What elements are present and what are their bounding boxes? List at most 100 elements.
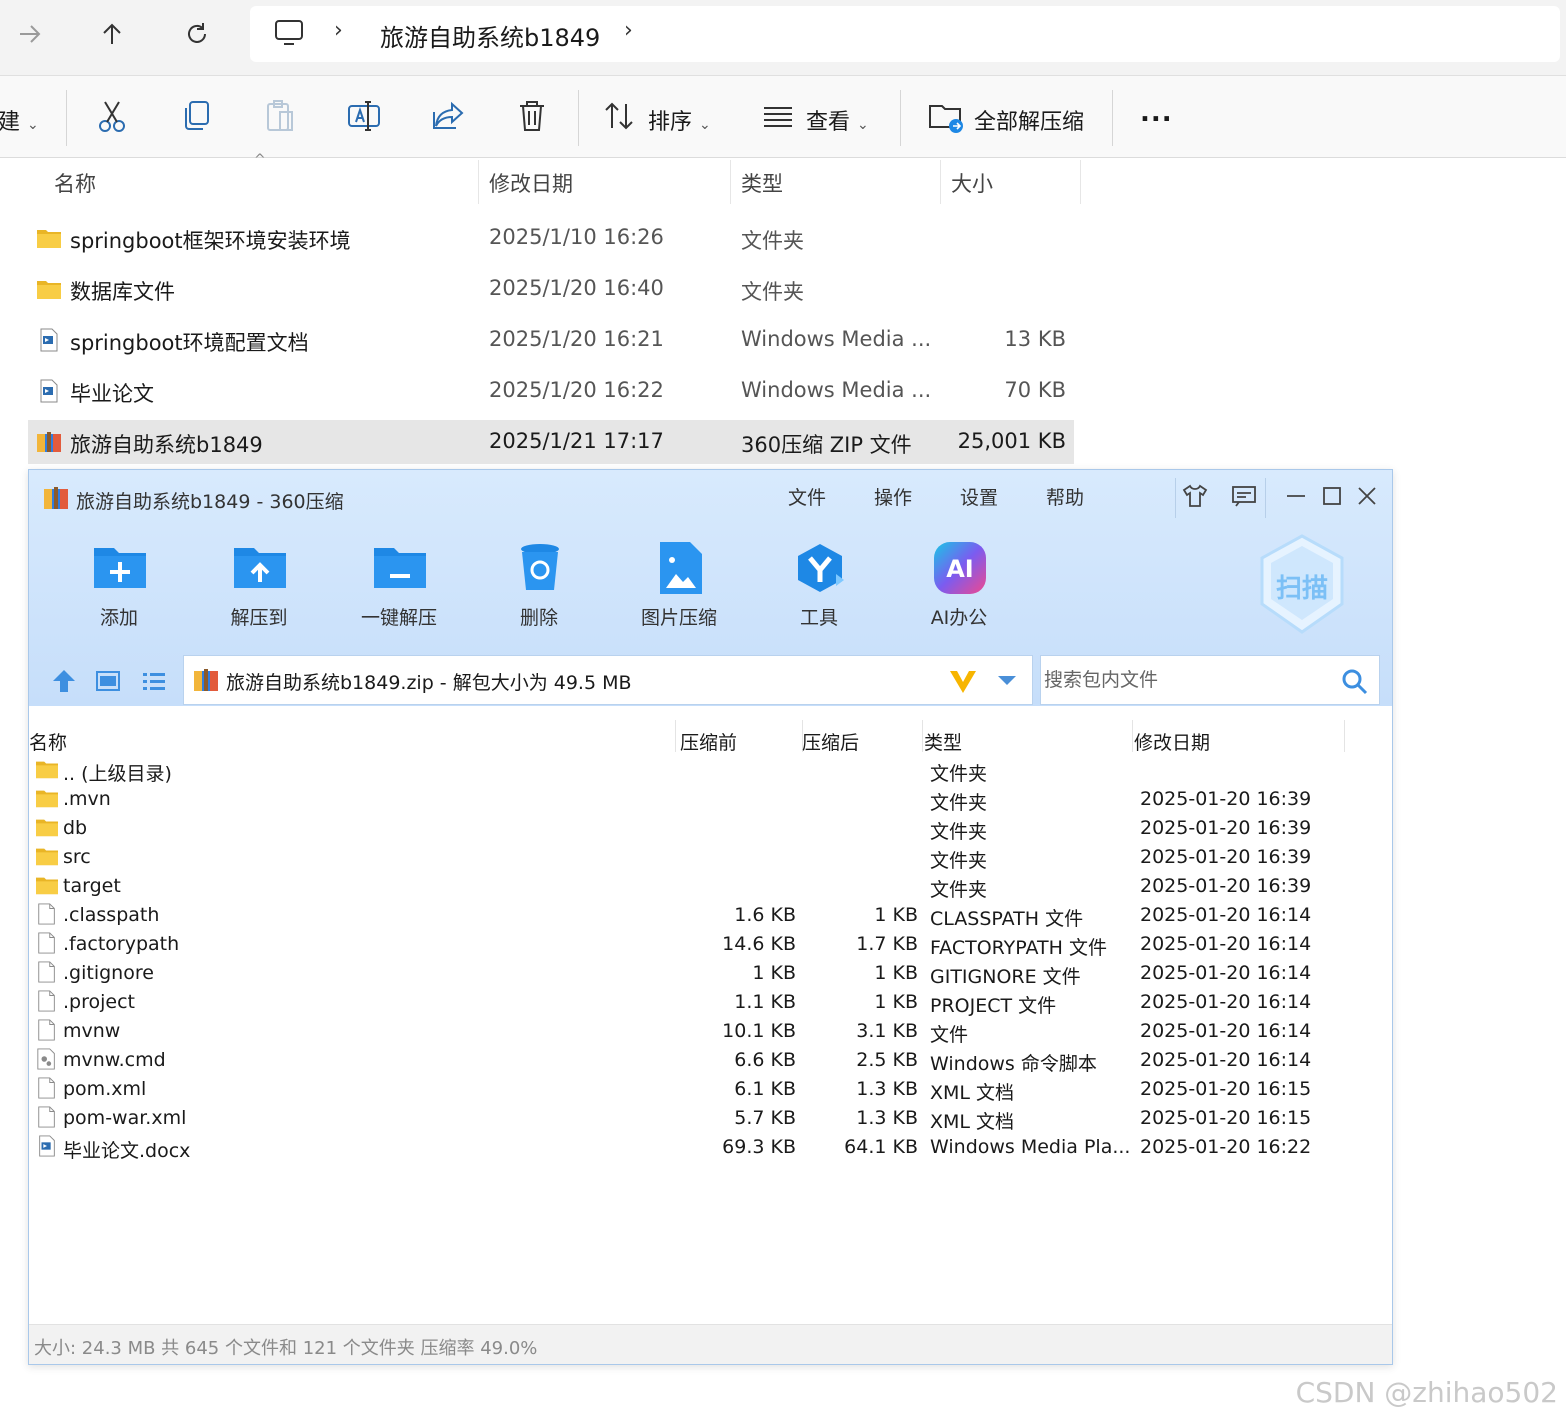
feedback-button[interactable] [1228, 480, 1260, 512]
archive-row[interactable]: .factorypath 14.6 KB 1.7 KB FACTORYPATH 文件 2… [29, 930, 1392, 959]
file-row[interactable]: springboot框架环境安装环境 2025/1/10 16:26 文件夹 [28, 216, 1074, 260]
zip-window: 旅游自助系统b1849 - 360压缩 文件 操作 设置 帮助 添加 解压到 一… [28, 469, 1393, 1365]
tool-ai-office-button[interactable]: AI AI办公 [904, 540, 1014, 640]
zip-column-after[interactable]: 压缩后 [802, 728, 859, 755]
archive-row[interactable]: .gitignore 1 KB 1 KB GITIGNORE 文件 2025-01-20… [29, 959, 1392, 988]
menu-help[interactable]: 帮助 [1046, 483, 1084, 510]
entry-type: Windows 命令脚本 [930, 1053, 1097, 1075]
chevron-right-icon[interactable]: › [624, 18, 633, 43]
more-options-button[interactable]: ... [1140, 98, 1173, 128]
search-input[interactable] [1042, 657, 1332, 703]
skin-button[interactable] [1179, 480, 1211, 512]
folder-icon [36, 819, 58, 837]
up-button[interactable] [90, 12, 134, 56]
column-header-date[interactable]: 修改日期 [489, 168, 573, 198]
extract-to-icon [234, 548, 286, 588]
extract-all-icon[interactable] [926, 96, 966, 136]
column-divider[interactable] [940, 160, 941, 204]
archive-row[interactable]: pom.xml 6.1 KB 1.3 KB XML 文档 2025-01-20 16:1… [29, 1075, 1392, 1104]
share-icon[interactable] [428, 96, 468, 136]
archive-row[interactable]: .mvn 文件夹 2025-01-20 16:39 [29, 785, 1392, 814]
zip-column-date[interactable]: 修改日期 [1134, 728, 1210, 755]
entry-name: 毕业论文.docx [63, 1140, 191, 1162]
entry-name: .classpath [63, 904, 160, 926]
delete-icon[interactable] [512, 96, 552, 136]
entry-type: FACTORYPATH 文件 [930, 937, 1107, 959]
view-button[interactable]: 查看 ⌄ [806, 104, 869, 136]
entry-name: pom.xml [63, 1078, 147, 1100]
document-icon [40, 379, 58, 403]
copy-icon[interactable] [176, 96, 216, 136]
new-button[interactable]: 建 ⌄ [0, 104, 39, 136]
folder-icon [37, 281, 61, 299]
up-level-icon[interactable] [51, 668, 77, 694]
column-divider[interactable] [922, 720, 923, 752]
archive-row[interactable]: db 文件夹 2025-01-20 16:39 [29, 814, 1392, 843]
archive-row[interactable]: .classpath 1.6 KB 1 KB CLASSPATH 文件 2025-01-… [29, 901, 1392, 930]
entry-size-before: 10.1 KB [722, 1020, 796, 1042]
tool-extract-to-button[interactable]: 解压到 [204, 540, 314, 640]
menu-file[interactable]: 文件 [788, 483, 826, 510]
tool-add-button[interactable]: 添加 [64, 540, 174, 640]
column-divider[interactable] [675, 720, 676, 752]
folder-icon [36, 790, 58, 808]
archive-row[interactable]: 毕业论文.docx 69.3 KB 64.1 KB Windows Media Pla… [29, 1133, 1392, 1162]
close-button[interactable] [1351, 480, 1383, 512]
file-row[interactable]: 毕业论文 2025/1/20 16:22 Windows Media ... 70 K… [28, 369, 1074, 413]
file-row[interactable]: 旅游自助系统b1849 2025/1/21 17:17 360压缩 ZIP 文件 25… [28, 420, 1074, 464]
column-divider[interactable] [730, 160, 731, 204]
archive-row[interactable]: .. (上级目录) 文件夹 [29, 756, 1392, 785]
column-header-type[interactable]: 类型 [741, 168, 783, 198]
v-logo-icon[interactable] [948, 668, 978, 696]
tool-tools-button[interactable]: 工具 [764, 540, 874, 640]
rename-icon[interactable] [344, 96, 384, 136]
entry-size-after: 1 KB [874, 904, 918, 926]
menu-settings[interactable]: 设置 [960, 483, 998, 510]
status-text: 大小: 24.3 MB 共 645 个文件和 121 个文件夹 压缩率 49.0… [34, 1338, 538, 1359]
breadcrumb[interactable]: › 旅游自助系统b1849 › [250, 6, 1560, 62]
view-icon[interactable] [758, 96, 798, 136]
zip-column-name[interactable]: 名称 [29, 728, 67, 755]
file-row[interactable]: springboot环境配置文档 2025/1/20 16:21 Windows M… [28, 318, 1074, 362]
forward-button[interactable] [8, 12, 52, 56]
extract-all-button[interactable]: 全部解压缩 [974, 104, 1084, 136]
column-header-size[interactable]: 大小 [951, 168, 993, 198]
sort-button[interactable]: 排序 ⌄ [648, 104, 711, 136]
list-view-icon[interactable] [141, 668, 167, 694]
entry-date: 2025-01-20 16:39 [1140, 846, 1312, 868]
menu-operation[interactable]: 操作 [874, 483, 912, 510]
chevron-down-icon[interactable] [996, 674, 1018, 688]
scan-button[interactable]: 扫描 [1257, 532, 1347, 636]
archive-row[interactable]: .project 1.1 KB 1 KB PROJECT 文件 2025-01-20 1… [29, 988, 1392, 1017]
entry-size-after: 1 KB [874, 962, 918, 984]
entry-size-after: 1 KB [874, 991, 918, 1013]
archive-row[interactable]: mvnw 10.1 KB 3.1 KB 文件 2025-01-20 16:14 [29, 1017, 1392, 1046]
file-row[interactable]: 数据库文件 2025/1/20 16:40 文件夹 [28, 267, 1074, 311]
tool-delete-button[interactable]: 删除 [484, 540, 594, 640]
tool-image-compress-button[interactable]: 图片压缩 [624, 540, 734, 640]
sort-icon[interactable] [600, 96, 640, 136]
refresh-button[interactable] [175, 12, 219, 56]
archive-row[interactable]: target 文件夹 2025-01-20 16:39 [29, 872, 1392, 901]
archive-row[interactable]: src 文件夹 2025-01-20 16:39 [29, 843, 1392, 872]
minimize-button[interactable] [1280, 480, 1312, 512]
maximize-button[interactable] [1316, 480, 1348, 512]
archive-path-field[interactable]: 旅游自助系统b1849.zip - 解包大小为 49.5 MB [183, 655, 1033, 705]
zip-column-type[interactable]: 类型 [924, 728, 962, 755]
archive-row[interactable]: mvnw.cmd 6.6 KB 2.5 KB Windows 命令脚本 2025-01-… [29, 1046, 1392, 1075]
column-divider[interactable] [1344, 720, 1345, 752]
image-compress-icon [660, 542, 702, 594]
tool-one-click-extract-button[interactable]: 一键解压 [344, 540, 454, 640]
archive-row[interactable]: pom-war.xml 5.7 KB 1.3 KB XML 文档 2025-01-20 … [29, 1104, 1392, 1133]
column-divider[interactable] [478, 160, 479, 204]
column-header-name[interactable]: 名称 [54, 168, 96, 198]
search-icon[interactable] [1341, 668, 1369, 696]
zip-column-before[interactable]: 压缩前 [680, 728, 737, 755]
cut-icon[interactable] [92, 96, 132, 136]
column-divider[interactable] [1132, 720, 1133, 752]
file-date: 2025/1/20 16:21 [489, 327, 664, 351]
file-type: Windows Media ... [741, 378, 932, 402]
breadcrumb-current[interactable]: 旅游自助系统b1849 [380, 18, 600, 53]
thumbnail-view-icon[interactable] [95, 668, 121, 694]
column-divider[interactable] [1080, 160, 1081, 204]
